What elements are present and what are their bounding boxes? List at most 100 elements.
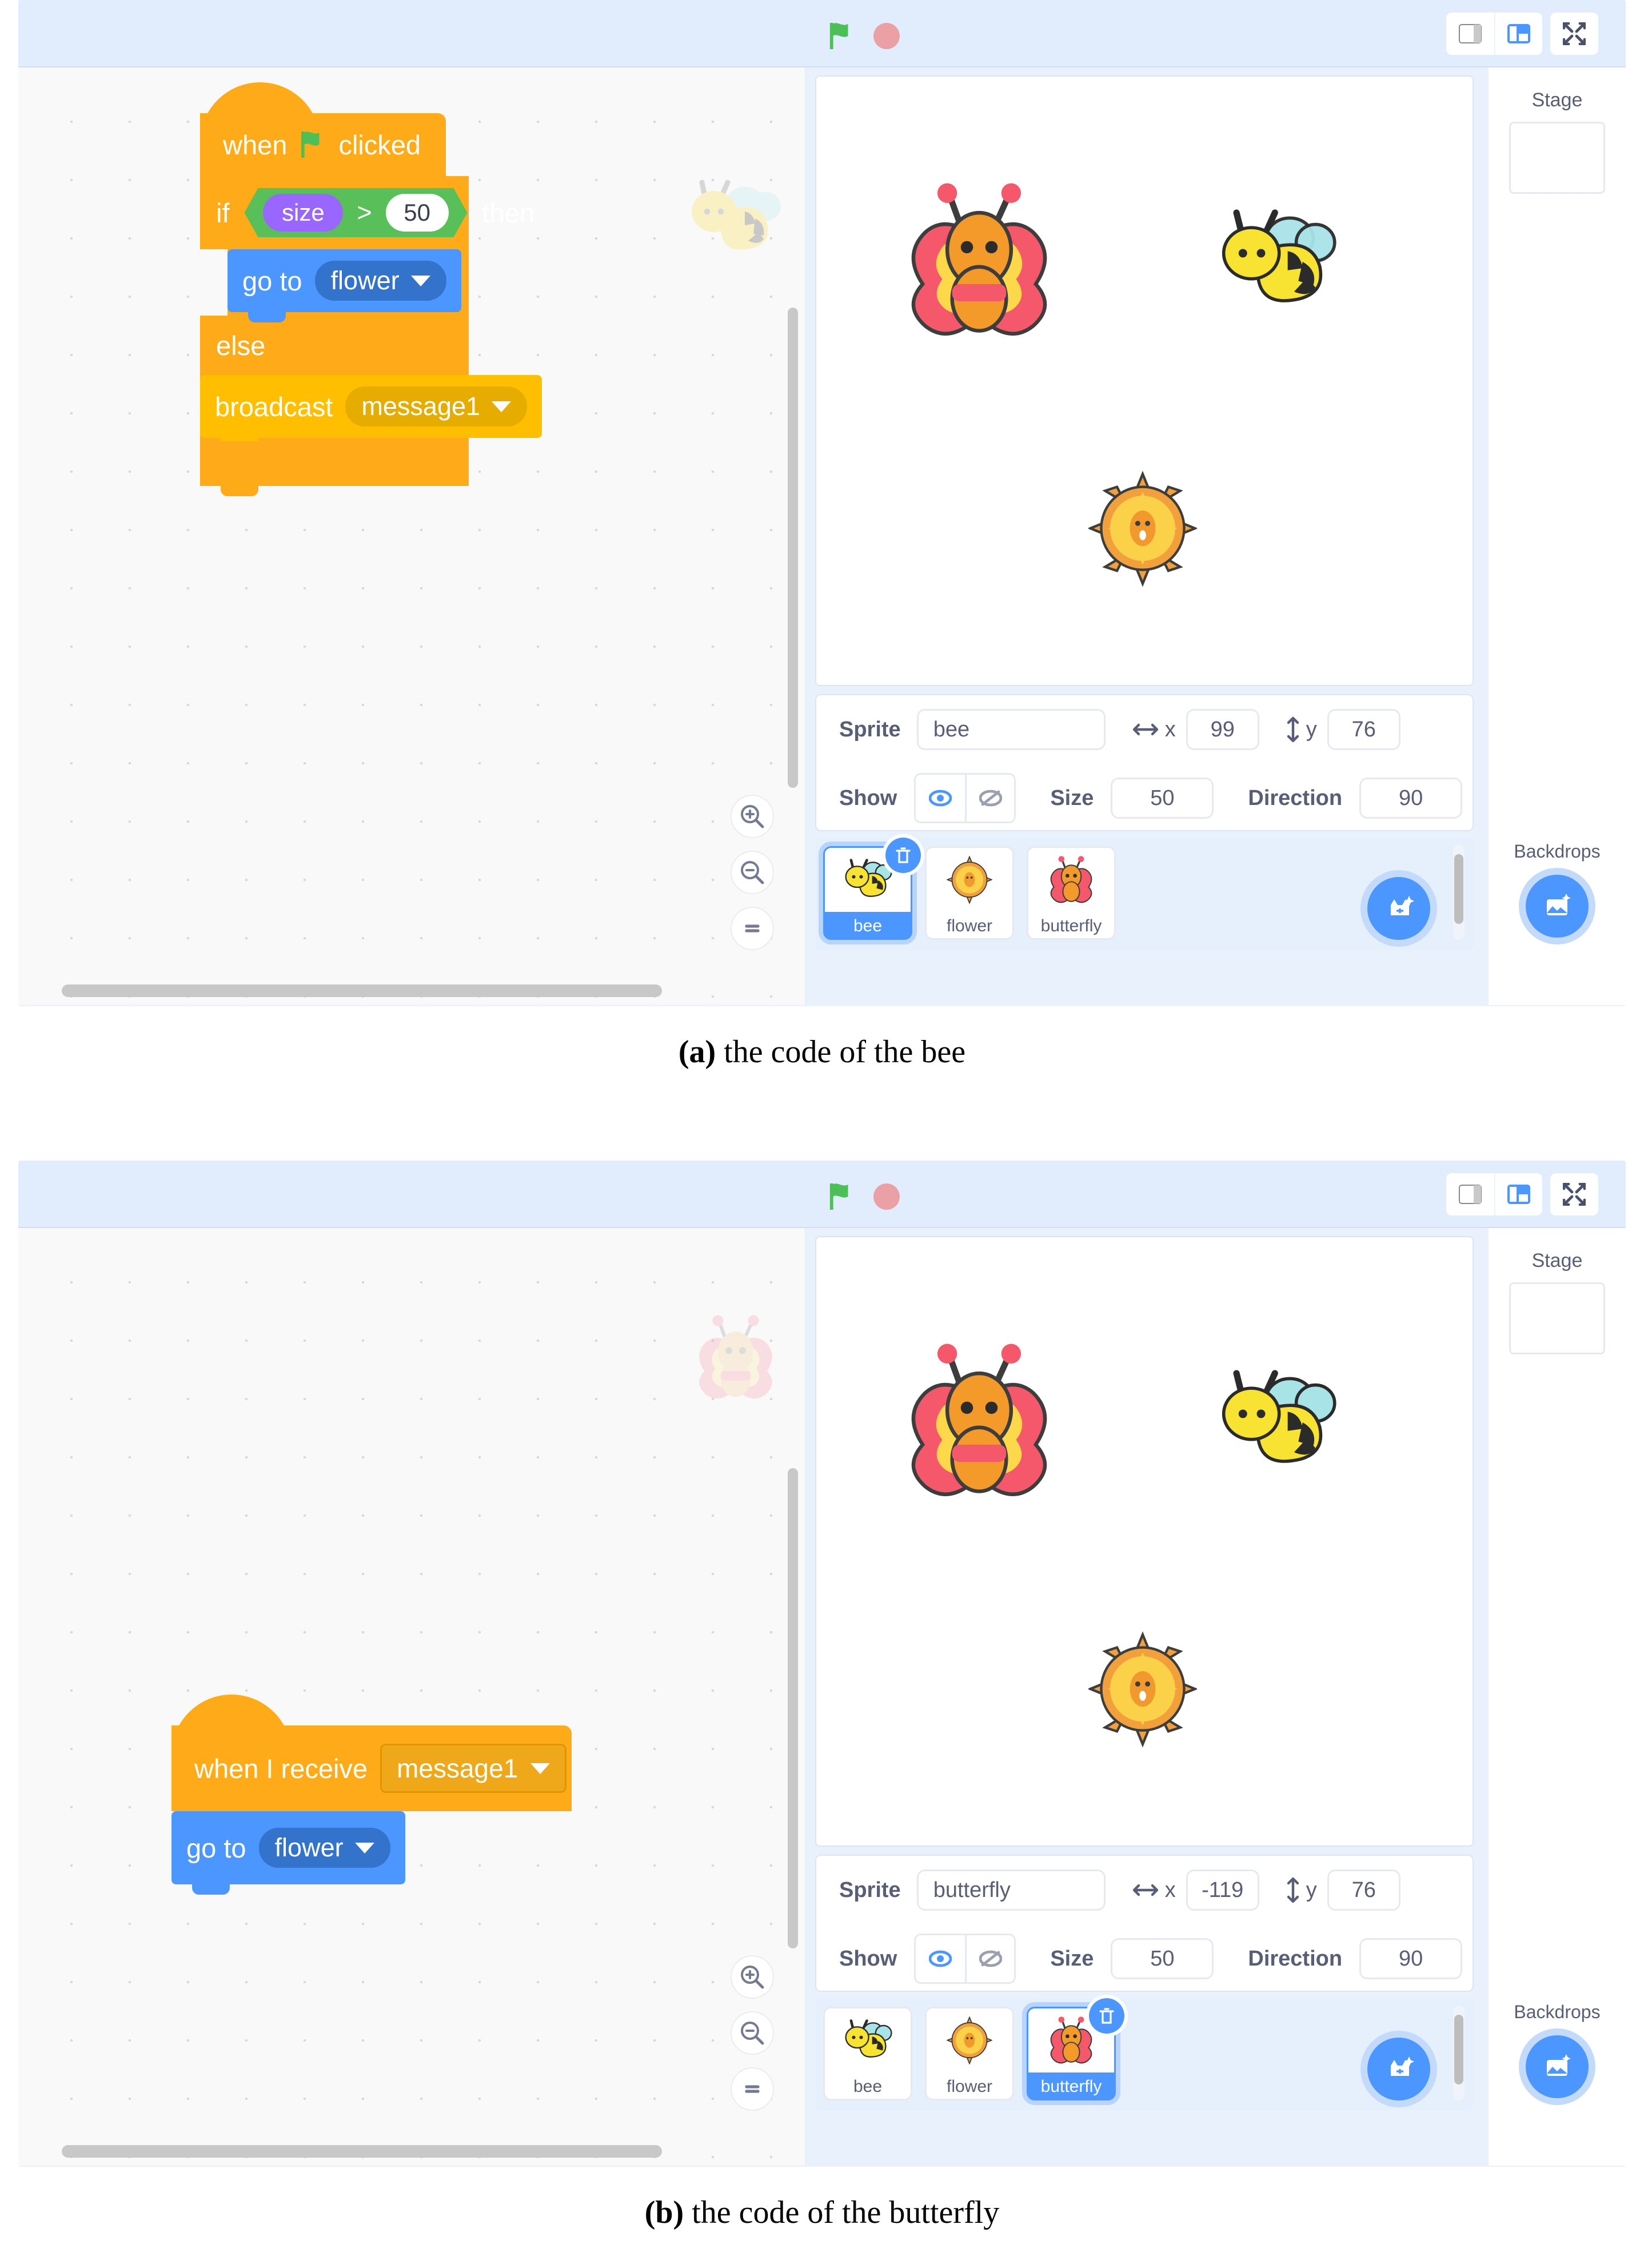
sprite-label: Sprite xyxy=(839,1878,901,1902)
stop-button[interactable] xyxy=(873,1183,900,1210)
sprite-card-flower[interactable]: flower xyxy=(925,2007,1014,2100)
when-label: when xyxy=(223,129,288,160)
zoom-out-button[interactable] xyxy=(731,2011,774,2055)
large-stage-button[interactable] xyxy=(1494,1173,1542,1215)
sprite-name-input[interactable]: bee xyxy=(916,709,1106,750)
small-stage-layout-icon xyxy=(1459,24,1482,43)
show-label: Show xyxy=(839,786,897,810)
stage-thumbnail[interactable] xyxy=(1509,122,1605,194)
block-go-to-flower[interactable]: go to flower xyxy=(228,249,461,322)
block-greater-than[interactable]: size > 50 xyxy=(245,188,468,237)
fullscreen-button[interactable] xyxy=(1550,13,1598,55)
block-broadcast[interactable]: broadcast message1 xyxy=(200,375,542,448)
x-label: x xyxy=(1164,1878,1176,1902)
zoom-out-button[interactable] xyxy=(731,851,774,894)
show-toggle[interactable] xyxy=(914,1934,1016,1984)
x-input[interactable]: -119 xyxy=(1186,1870,1259,1911)
code-workspace-b[interactable]: when I receive message1 go to flower xyxy=(18,1228,806,2166)
show-visible-button[interactable] xyxy=(916,775,965,822)
operand-input[interactable]: 50 xyxy=(386,194,449,232)
add-sprite-icon xyxy=(1391,896,1414,915)
bee-watermark-icon xyxy=(692,180,781,250)
workspace-vertical-scrollbar[interactable] xyxy=(788,1468,798,1948)
stage-sprite-butterfly[interactable] xyxy=(905,175,1053,346)
chevron-down-icon xyxy=(410,275,430,286)
show-toggle[interactable] xyxy=(914,773,1016,823)
block-when-flag-clicked[interactable]: when clicked xyxy=(200,82,446,176)
y-input[interactable]: 76 xyxy=(1327,1870,1400,1911)
sprite-list-scrollbar[interactable] xyxy=(1453,845,1465,940)
zoom-in-button[interactable] xyxy=(731,795,774,838)
stop-button[interactable] xyxy=(873,23,900,49)
zoom-out-icon xyxy=(741,861,764,884)
workspace-vertical-scrollbar[interactable] xyxy=(788,308,798,788)
green-flag-icon[interactable] xyxy=(828,22,855,50)
stage-sprite-bee[interactable] xyxy=(1213,204,1341,318)
script-b[interactable]: when I receive message1 go to flower xyxy=(171,1695,572,1895)
caption-a-label: (a) xyxy=(678,1034,716,1070)
stage-b[interactable] xyxy=(815,1236,1474,1847)
size-input[interactable]: 50 xyxy=(1111,778,1214,819)
sprite-card-butterfly[interactable]: butterfly xyxy=(1027,846,1116,940)
show-visible-button[interactable] xyxy=(916,1935,965,1982)
clicked-label: clicked xyxy=(338,129,421,160)
sprite-list-scrollbar[interactable] xyxy=(1453,2006,1465,2100)
stage-sprite-butterfly[interactable] xyxy=(905,1336,1053,1507)
add-sprite-button[interactable] xyxy=(1367,2038,1430,2100)
small-stage-button[interactable] xyxy=(1446,1173,1494,1215)
size-input[interactable]: 50 xyxy=(1111,1938,1214,1979)
butterfly-watermark-icon xyxy=(699,1315,772,1399)
green-flag-icon[interactable] xyxy=(828,1182,855,1211)
stage-thumbnail[interactable] xyxy=(1509,1282,1605,1354)
sprite-card-bee[interactable]: bee xyxy=(823,2007,912,2100)
show-hidden-button[interactable] xyxy=(965,1935,1014,1982)
small-stage-button[interactable] xyxy=(1446,13,1494,55)
message-dropdown[interactable]: message1 xyxy=(380,1744,567,1793)
scratch-editor-b: when I receive message1 go to flower Spr… xyxy=(18,1161,1626,2167)
fullscreen-icon xyxy=(1563,1183,1586,1206)
reporter-size[interactable]: size xyxy=(263,194,343,232)
zoom-reset-button[interactable] xyxy=(731,2067,774,2111)
sprite-info-panel-b: Sprite butterfly x -119 y 76 Show Size 5… xyxy=(815,1855,1474,1992)
workspace-horizontal-scrollbar[interactable] xyxy=(62,2145,662,2158)
direction-input[interactable]: 90 xyxy=(1359,778,1463,819)
y-input[interactable]: 76 xyxy=(1327,709,1400,750)
sprite-card-label: butterfly xyxy=(1040,2077,1102,2096)
stage-sprite-flower[interactable] xyxy=(1088,469,1197,589)
stage-sprite-flower[interactable] xyxy=(1088,1629,1197,1749)
add-backdrop-button[interactable] xyxy=(1526,875,1589,938)
show-hidden-button[interactable] xyxy=(965,775,1014,822)
sprite-card-bee[interactable]: bee xyxy=(823,838,921,940)
code-workspace-a[interactable]: when clicked if size > 50 then go to flo… xyxy=(18,67,806,1005)
stage-a[interactable] xyxy=(815,75,1474,686)
zoom-reset-button[interactable] xyxy=(731,907,774,950)
x-input[interactable]: 99 xyxy=(1186,709,1259,750)
delete-sprite-button[interactable] xyxy=(1089,1998,1124,2034)
sprite-card-butterfly[interactable]: butterfly xyxy=(1027,1998,1124,2100)
block-go-to-flower[interactable]: go to flower xyxy=(171,1811,405,1895)
go-to-dropdown[interactable]: flower xyxy=(314,261,446,301)
large-stage-button[interactable] xyxy=(1494,13,1542,55)
go-to-dropdown[interactable]: flower xyxy=(258,1828,390,1868)
zoom-in-button[interactable] xyxy=(731,1955,774,1999)
backdrops-label: Backdrops xyxy=(1514,841,1601,862)
caption-b-text: the code of the butterfly xyxy=(684,2195,1000,2230)
workspace-horizontal-scrollbar[interactable] xyxy=(62,984,662,997)
if-row[interactable]: if size > 50 then xyxy=(200,176,534,249)
block-if-else[interactable]: if size > 50 then go to flower else broa… xyxy=(200,176,542,496)
add-backdrop-button[interactable] xyxy=(1526,2035,1589,2098)
sprite-list-b: bee flower butterfly xyxy=(815,1998,1474,2111)
delete-sprite-button[interactable] xyxy=(885,838,921,873)
stage-sprite-bee[interactable] xyxy=(1213,1364,1341,1478)
sprite-card-flower[interactable]: flower xyxy=(925,846,1014,940)
script-a[interactable]: when clicked if size > 50 then go to flo… xyxy=(200,82,542,496)
add-sprite-button[interactable] xyxy=(1367,877,1430,940)
block-when-i-receive[interactable]: when I receive message1 xyxy=(171,1695,572,1821)
sprite-thumb xyxy=(825,2008,911,2072)
eye-icon xyxy=(929,790,952,807)
sprite-card-label: flower xyxy=(946,916,993,935)
broadcast-dropdown[interactable]: message1 xyxy=(345,386,528,427)
direction-input[interactable]: 90 xyxy=(1359,1938,1463,1979)
fullscreen-button[interactable] xyxy=(1550,1173,1598,1215)
sprite-name-input[interactable]: butterfly xyxy=(916,1870,1106,1911)
